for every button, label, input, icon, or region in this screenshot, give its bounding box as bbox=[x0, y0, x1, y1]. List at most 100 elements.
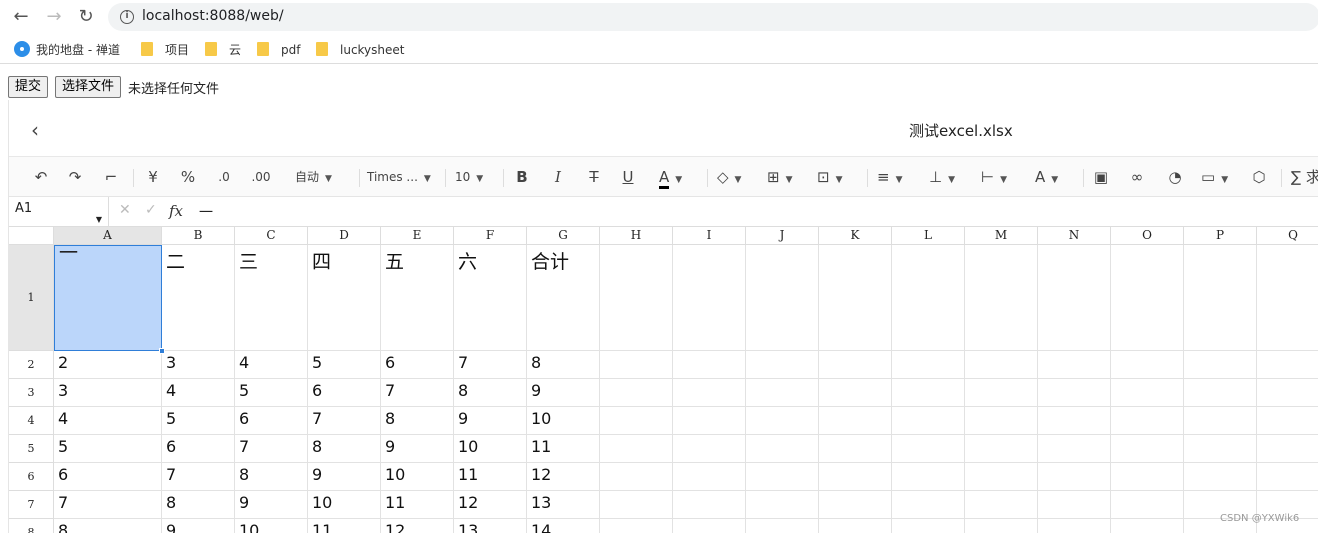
fill-color-button[interactable]: ◇ ▼ bbox=[717, 166, 761, 188]
text-color-button[interactable]: A ▼ bbox=[659, 166, 699, 189]
chevron-left-icon[interactable]: ‹ bbox=[31, 118, 39, 142]
column-header-e[interactable]: E bbox=[381, 227, 454, 245]
cell-h7[interactable] bbox=[600, 491, 673, 519]
cell-j5[interactable] bbox=[746, 435, 819, 463]
cell-n6[interactable] bbox=[1038, 463, 1111, 491]
cell-g2[interactable]: 8 bbox=[527, 351, 600, 379]
cell-g5[interactable]: 11 bbox=[527, 435, 600, 463]
cell-i3[interactable] bbox=[673, 379, 746, 407]
bookmark-cloud[interactable]: 云 bbox=[205, 41, 241, 59]
cell-n2[interactable] bbox=[1038, 351, 1111, 379]
cell-n4[interactable] bbox=[1038, 407, 1111, 435]
merge-button[interactable]: ⊡ ▼ bbox=[817, 166, 861, 188]
column-header-d[interactable]: D bbox=[308, 227, 381, 245]
column-header-m[interactable]: M bbox=[965, 227, 1038, 245]
text-wrap-button[interactable]: ⊢ ▼ bbox=[981, 166, 1025, 188]
italic-icon[interactable]: I bbox=[548, 166, 568, 188]
cell-d8[interactable]: 11 bbox=[308, 519, 381, 533]
column-header-f[interactable]: F bbox=[454, 227, 527, 245]
cell-a6[interactable]: 6 bbox=[54, 463, 162, 491]
confirm-icon[interactable]: ✓ bbox=[145, 202, 157, 218]
cell-h2[interactable] bbox=[600, 351, 673, 379]
cell-c1[interactable]: 三 bbox=[235, 245, 308, 351]
cell-f8[interactable]: 13 bbox=[454, 519, 527, 533]
column-header-g[interactable]: G bbox=[527, 227, 600, 245]
cell-b7[interactable]: 8 bbox=[162, 491, 235, 519]
cell-g6[interactable]: 12 bbox=[527, 463, 600, 491]
cell-d7[interactable]: 10 bbox=[308, 491, 381, 519]
bookmark-chandao[interactable]: 我的地盘 - 禅道 bbox=[14, 41, 120, 59]
row-header-6[interactable]: 6 bbox=[9, 463, 54, 491]
cube-icon[interactable]: ⬡ bbox=[1249, 166, 1269, 188]
cell-m2[interactable] bbox=[965, 351, 1038, 379]
cell-k7[interactable] bbox=[819, 491, 892, 519]
cell-e5[interactable]: 9 bbox=[381, 435, 454, 463]
column-header-i[interactable]: I bbox=[673, 227, 746, 245]
column-header-k[interactable]: K bbox=[819, 227, 892, 245]
cell-o1[interactable] bbox=[1111, 245, 1184, 351]
cell-name-box[interactable]: A1 ▼ bbox=[9, 197, 109, 227]
cell-f7[interactable]: 12 bbox=[454, 491, 527, 519]
select-all-corner[interactable] bbox=[9, 227, 54, 245]
cell-c3[interactable]: 5 bbox=[235, 379, 308, 407]
cell-o3[interactable] bbox=[1111, 379, 1184, 407]
cell-a8[interactable]: 8 bbox=[54, 519, 162, 533]
cell-e8[interactable]: 12 bbox=[381, 519, 454, 533]
cell-b6[interactable]: 7 bbox=[162, 463, 235, 491]
cell-n8[interactable] bbox=[1038, 519, 1111, 533]
bookmark-project[interactable]: 项目 bbox=[141, 41, 189, 59]
cell-m8[interactable] bbox=[965, 519, 1038, 533]
cell-i1[interactable] bbox=[673, 245, 746, 351]
cell-b1[interactable]: 二 bbox=[162, 245, 235, 351]
font-size-select[interactable]: 10 ▼ bbox=[455, 166, 495, 188]
cell-j4[interactable] bbox=[746, 407, 819, 435]
row-header-5[interactable]: 5 bbox=[9, 435, 54, 463]
column-header-q[interactable]: Q bbox=[1257, 227, 1318, 245]
cell-f4[interactable]: 9 bbox=[454, 407, 527, 435]
cell-o4[interactable] bbox=[1111, 407, 1184, 435]
cell-h6[interactable] bbox=[600, 463, 673, 491]
cell-e6[interactable]: 10 bbox=[381, 463, 454, 491]
cell-m3[interactable] bbox=[965, 379, 1038, 407]
redo-icon[interactable]: ↷ bbox=[65, 166, 85, 188]
horizontal-align-button[interactable]: ≡ ▼ bbox=[877, 166, 921, 188]
column-header-o[interactable]: O bbox=[1111, 227, 1184, 245]
cell-b5[interactable]: 6 bbox=[162, 435, 235, 463]
cell-h8[interactable] bbox=[600, 519, 673, 533]
cell-c5[interactable]: 7 bbox=[235, 435, 308, 463]
font-family-select[interactable]: Times ... ▼ bbox=[367, 166, 439, 188]
cell-k1[interactable] bbox=[819, 245, 892, 351]
cell-grid[interactable]: A B C D E F G H I J K L M N O P Q 1 二三四五六合计 2 2 3 4 5 6 7 8 3 3 4 5 6 7 8… bbox=[9, 227, 1318, 533]
format-painter-icon[interactable]: ⌐ bbox=[101, 166, 121, 188]
back-arrow-icon[interactable]: ← bbox=[10, 6, 32, 28]
cell-e2[interactable]: 6 bbox=[381, 351, 454, 379]
cell-l3[interactable] bbox=[892, 379, 965, 407]
cell-f5[interactable]: 10 bbox=[454, 435, 527, 463]
fill-handle[interactable] bbox=[159, 348, 165, 354]
vertical-align-button[interactable]: ⊥ ▼ bbox=[929, 166, 973, 188]
border-button[interactable]: ⊞ ▼ bbox=[767, 166, 811, 188]
cell-n5[interactable] bbox=[1038, 435, 1111, 463]
cell-e1[interactable]: 五 bbox=[381, 245, 454, 351]
increase-decimal-icon[interactable]: .00 bbox=[247, 166, 275, 188]
cell-l8[interactable] bbox=[892, 519, 965, 533]
cell-o8[interactable] bbox=[1111, 519, 1184, 533]
reload-icon[interactable]: ↻ bbox=[75, 6, 97, 28]
submit-button[interactable]: 提交 bbox=[8, 76, 49, 98]
currency-icon[interactable]: ¥ bbox=[143, 166, 163, 188]
cell-g8[interactable]: 14 bbox=[527, 519, 600, 533]
cell-d2[interactable]: 5 bbox=[308, 351, 381, 379]
cell-g1[interactable]: 合计 bbox=[527, 245, 600, 351]
cell-g7[interactable]: 13 bbox=[527, 491, 600, 519]
cell-i8[interactable] bbox=[673, 519, 746, 533]
cell-l4[interactable] bbox=[892, 407, 965, 435]
percent-icon[interactable]: % bbox=[177, 166, 199, 188]
cell-k8[interactable] bbox=[819, 519, 892, 533]
chart-icon[interactable]: ◔ bbox=[1165, 166, 1185, 188]
bookmark-pdf[interactable]: pdf bbox=[257, 41, 300, 59]
cell-q2[interactable] bbox=[1257, 351, 1318, 379]
cell-k5[interactable] bbox=[819, 435, 892, 463]
cell-b8[interactable]: 9 bbox=[162, 519, 235, 533]
column-header-j[interactable]: J bbox=[746, 227, 819, 245]
choose-file-button[interactable]: 选择文件 bbox=[55, 76, 122, 98]
